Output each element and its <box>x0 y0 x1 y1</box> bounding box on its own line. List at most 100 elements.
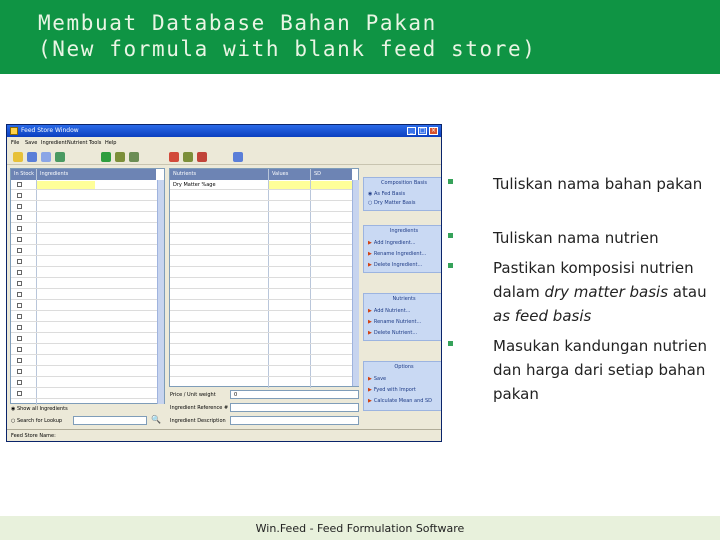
menu-help[interactable]: Help <box>105 140 116 146</box>
menu-file[interactable]: File <box>11 140 19 146</box>
rename-nutrient-link[interactable]: ▶ Rename Nutrient... <box>368 319 421 325</box>
composition-basis-title: Composition Basis <box>381 180 427 186</box>
nutrients-grid[interactable]: Nutrients Values SD Dry Matter %age <box>169 168 359 388</box>
search-icon[interactable]: 🔍 <box>151 415 161 424</box>
composition-basis-panel: Composition Basis ◉ As Fed Basis ○ Dry M… <box>363 177 441 211</box>
menu-save[interactable]: Save <box>25 140 37 146</box>
bullet-marker <box>448 233 453 238</box>
in-stock-checkbox[interactable] <box>17 325 22 330</box>
app-icon <box>10 127 18 135</box>
show-all-radio[interactable]: ◉ Show all Ingredients <box>11 406 68 412</box>
ref-label: Ingredient Reference # <box>170 405 229 411</box>
add-ingredient-link[interactable]: ▶ Add Ingredient... <box>368 240 416 246</box>
in-stock-checkbox[interactable] <box>17 281 22 286</box>
status-text: Feed Store Name: <box>11 433 56 439</box>
in-stock-checkbox[interactable] <box>17 391 22 396</box>
title-banner: Membuat Database Bahan Pakan (New formul… <box>0 0 720 74</box>
in-stock-checkbox[interactable] <box>17 380 22 385</box>
in-stock-checkbox[interactable] <box>17 369 22 374</box>
in-stock-checkbox[interactable] <box>17 182 22 187</box>
as-fed-basis-radio[interactable]: ◉ As Fed Basis <box>368 191 405 197</box>
in-stock-checkbox[interactable] <box>17 259 22 264</box>
delete-ingredient-icon[interactable] <box>129 152 139 162</box>
ingredients-task-panel: Ingredients ▶ Add Ingredient... ▶ Rename I… <box>363 225 441 273</box>
search-radio[interactable]: ○ Search for Lookup <box>11 418 62 424</box>
slide-title-line1: Membuat Database Bahan Pakan <box>38 11 437 35</box>
price-field[interactable]: 0 <box>230 390 359 399</box>
in-stock-checkbox[interactable] <box>17 314 22 319</box>
print-icon[interactable] <box>41 152 51 162</box>
menu-nutrient[interactable]: Nutrient <box>67 140 88 146</box>
nutrients-task-title: Nutrients <box>392 296 416 302</box>
bullet-text-1: Tuliskan nama bahan pakan <box>493 175 703 193</box>
ingredient-cell-active[interactable] <box>37 181 95 189</box>
in-stock-checkbox[interactable] <box>17 358 22 363</box>
bullet-marker <box>448 179 453 184</box>
close-icon[interactable]: × <box>429 127 438 135</box>
ingredients-scrollbar[interactable] <box>157 180 164 404</box>
in-stock-checkbox[interactable] <box>17 347 22 352</box>
in-stock-checkbox[interactable] <box>17 237 22 242</box>
in-stock-checkbox[interactable] <box>17 226 22 231</box>
rename-ingredient-link[interactable]: ▶ Rename Ingredient... <box>368 251 426 257</box>
toolbar <box>7 149 441 165</box>
add-nutrient-link[interactable]: ▶ Add Nutrient... <box>368 308 410 314</box>
save-icon[interactable] <box>27 152 37 162</box>
in-stock-checkbox[interactable] <box>17 270 22 275</box>
menu-ingredient[interactable]: Ingredient <box>41 140 67 146</box>
menu-tools[interactable]: Tools <box>89 140 101 146</box>
delete-nutrient-link[interactable]: ▶ Delete Nutrient... <box>368 330 417 336</box>
window-titlebar[interactable]: Feed Store Window _ □ × <box>7 125 441 137</box>
col-in-stock[interactable]: In Stock <box>11 169 36 180</box>
dry-matter-basis-radio[interactable]: ○ Dry Matter Basis <box>368 200 416 206</box>
nutrients-scrollbar[interactable] <box>352 180 359 386</box>
bullet-marker <box>448 341 453 346</box>
in-stock-checkbox[interactable] <box>17 215 22 220</box>
help-icon[interactable] <box>233 152 243 162</box>
in-stock-checkbox[interactable] <box>17 193 22 198</box>
bullet-marker <box>448 263 453 268</box>
open-icon[interactable] <box>13 152 23 162</box>
edit-ingredient-icon[interactable] <box>115 152 125 162</box>
desc-label: Ingredient Description <box>170 418 226 424</box>
delete-nutrient-icon[interactable] <box>197 152 207 162</box>
in-stock-checkbox[interactable] <box>17 248 22 253</box>
ingredients-task-title: Ingredients <box>389 228 419 234</box>
import-link[interactable]: ▶ Fyed with Import <box>368 387 416 393</box>
nutrients-task-panel: Nutrients ▶ Add Nutrient... ▶ Rename Nutri… <box>363 293 441 341</box>
reference-field[interactable] <box>230 403 359 412</box>
nutrient-dry-matter[interactable]: Dry Matter %age <box>173 182 216 188</box>
in-stock-checkbox[interactable] <box>17 336 22 341</box>
search-input[interactable] <box>73 416 147 425</box>
edit-nutrient-icon[interactable] <box>183 152 193 162</box>
col-values[interactable]: Values <box>268 169 310 180</box>
window-title: Feed Store Window <box>21 127 79 134</box>
footer-bar: Win.Feed - Feed Formulation Software <box>0 516 720 540</box>
feed-store-window: Feed Store Window _ □ × File Save Ingred… <box>6 124 442 442</box>
col-ingredients[interactable]: Ingredients <box>36 169 156 180</box>
price-label: Price / Unit weight <box>170 392 216 398</box>
delete-ingredient-link[interactable]: ▶ Delete Ingredient... <box>368 262 422 268</box>
maximize-icon[interactable]: □ <box>418 127 427 135</box>
bullet-text-3: Pastikan komposisi nutrien dalam dry mat… <box>493 259 707 325</box>
in-stock-checkbox[interactable] <box>17 292 22 297</box>
calculate-mean-sd-link[interactable]: ▶ Calculate Mean and SD <box>368 398 432 404</box>
add-ingredient-icon[interactable] <box>101 152 111 162</box>
col-sd[interactable]: SD <box>310 169 352 180</box>
ingredients-grid[interactable]: In Stock Ingredients <box>10 168 165 405</box>
preview-icon[interactable] <box>55 152 65 162</box>
description-field[interactable] <box>230 416 359 425</box>
save-link[interactable]: ▶ Save <box>368 376 386 382</box>
minimize-icon[interactable]: _ <box>407 127 416 135</box>
options-task-panel: Options ▶ Save ▶ Fyed with Import ▶ Calcula… <box>363 361 441 411</box>
bullet-text-4: Masukan kandungan nutrien dan harga dari… <box>493 337 707 403</box>
menu-bar: File Save Ingredient Nutrient Tools Help <box>7 138 441 148</box>
slide-title: Membuat Database Bahan Pakan (New formul… <box>38 10 537 62</box>
status-bar: Feed Store Name: <box>7 429 441 441</box>
in-stock-checkbox[interactable] <box>17 204 22 209</box>
footer-text: Win.Feed - Feed Formulation Software <box>255 522 465 535</box>
add-nutrient-icon[interactable] <box>169 152 179 162</box>
col-nutrients[interactable]: Nutrients <box>170 169 268 180</box>
options-task-title: Options <box>394 364 414 370</box>
in-stock-checkbox[interactable] <box>17 303 22 308</box>
